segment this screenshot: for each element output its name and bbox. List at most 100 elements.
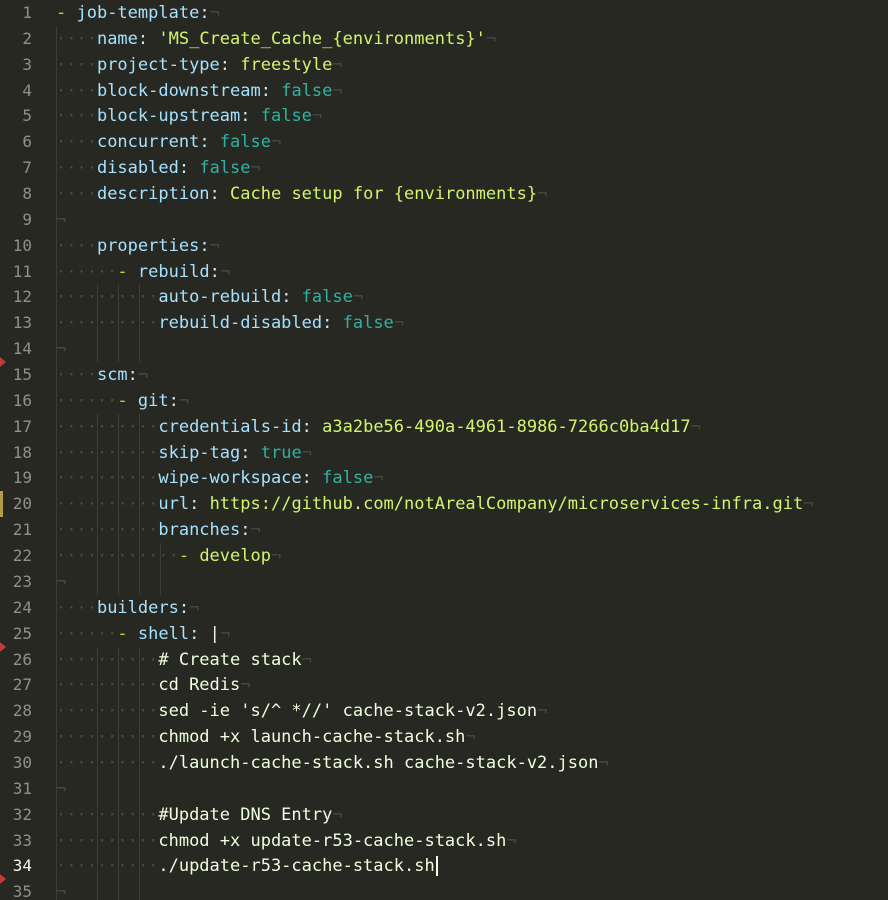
line-content[interactable]: ··········branches:¬ — [56, 517, 261, 543]
indent-guide — [97, 879, 99, 900]
line-number: 32 — [12, 804, 32, 824]
code-line[interactable]: 18 ··········skip-tag: true¬ — [0, 439, 888, 466]
code-line[interactable]: 20 ··········url: https://github.com/notA… — [0, 491, 888, 518]
indent-guide — [118, 568, 120, 595]
modified-line-bar — [0, 491, 3, 518]
line-number: 29 — [12, 727, 32, 747]
code-line[interactable]: 22 ············- develop¬ — [0, 543, 888, 570]
line-content[interactable]: ······- shell: |¬ — [56, 621, 230, 647]
code-line[interactable]: 34 ··········./update-r53-cache-stack.sh — [0, 853, 888, 880]
code-line[interactable]: 15 ····scm:¬ — [0, 362, 888, 389]
line-content[interactable]: ··········./update-r53-cache-stack.sh — [56, 853, 438, 879]
indent-guide — [138, 568, 140, 595]
code-line[interactable]: 30 ··········./launch-cache-stack.sh cach… — [0, 749, 888, 776]
line-content[interactable]: ··········sed -ie 's/^ *//' cache-stack-… — [56, 698, 547, 724]
line-number: 2 — [22, 28, 32, 48]
line-content[interactable]: ····disabled: false¬ — [56, 155, 261, 181]
line-number: 5 — [22, 106, 32, 126]
line-content[interactable]: ····block-downstream: false¬ — [56, 78, 343, 104]
line-content[interactable]: ··········skip-tag: true¬ — [56, 440, 312, 466]
indent-guide — [138, 879, 140, 900]
code-line[interactable]: 4 ····block-downstream: false¬ — [0, 77, 888, 104]
code-line[interactable]: 11 ······- rebuild:¬ — [0, 258, 888, 285]
line-content[interactable]: ¬ — [56, 879, 66, 900]
line-content[interactable]: - job-template:¬ — [56, 0, 220, 26]
line-number: 3 — [22, 54, 32, 74]
line-number: 7 — [22, 158, 32, 178]
code-line[interactable]: 10 ····properties:¬ — [0, 232, 888, 259]
line-content[interactable]: ······- rebuild:¬ — [56, 259, 230, 285]
code-line[interactable]: 23 ¬ — [0, 568, 888, 595]
code-line[interactable]: 6 ····concurrent: false¬ — [0, 129, 888, 156]
line-content[interactable]: ····project-type: freestyle¬ — [56, 52, 343, 78]
line-content[interactable]: ··········url: https://github.com/notAre… — [56, 491, 813, 517]
code-line[interactable]: 25 ······- shell: |¬ — [0, 620, 888, 647]
line-content[interactable]: ············- develop¬ — [56, 543, 281, 569]
line-content[interactable]: ¬ — [56, 569, 66, 595]
line-content[interactable]: ····scm:¬ — [56, 362, 148, 388]
indent-guide — [118, 879, 120, 900]
code-line[interactable]: 3 ····project-type: freestyle¬ — [0, 51, 888, 78]
code-line[interactable]: 9 ¬ — [0, 206, 888, 233]
line-content[interactable]: ··········auto-rebuild: false¬ — [56, 284, 363, 310]
diff-marker-icon — [0, 641, 6, 652]
line-content[interactable]: ··········credentials-id: a3a2be56-490a-… — [56, 414, 701, 440]
line-content[interactable]: ··········#Update DNS Entry¬ — [56, 802, 343, 828]
diff-marker-icon — [0, 357, 6, 368]
line-number: 13 — [12, 313, 32, 333]
line-number: 12 — [12, 287, 32, 307]
diff-marker-icon — [0, 874, 6, 885]
line-content[interactable]: ··········./launch-cache-stack.sh cache-… — [56, 750, 609, 776]
code-line[interactable]: 7 ····disabled: false¬ — [0, 155, 888, 182]
code-line[interactable]: 19 ··········wipe-workspace: false¬ — [0, 465, 888, 492]
indent-guide — [159, 568, 161, 595]
code-line[interactable]: 27 ··········cd Redis¬ — [0, 672, 888, 699]
line-number: 33 — [12, 830, 32, 850]
code-line[interactable]: 35 ¬ — [0, 879, 888, 900]
line-content[interactable]: ····block-upstream: false¬ — [56, 103, 322, 129]
code-line[interactable]: 26 ··········# Create stack¬ — [0, 646, 888, 673]
indent-guide — [97, 775, 99, 802]
line-content[interactable]: ····builders:¬ — [56, 595, 199, 621]
code-line[interactable]: 32 ··········#Update DNS Entry¬ — [0, 801, 888, 828]
code-line[interactable]: 28 ··········sed -ie 's/^ *//' cache-stac… — [0, 698, 888, 725]
code-line[interactable]: 29 ··········chmod +x launch-cache-stack.… — [0, 724, 888, 751]
line-content[interactable]: ··········# Create stack¬ — [56, 647, 312, 673]
line-content[interactable]: ¬ — [56, 336, 66, 362]
code-line[interactable]: 16 ······- git:¬ — [0, 387, 888, 414]
line-number: 28 — [12, 701, 32, 721]
line-content[interactable]: ····concurrent: false¬ — [56, 129, 281, 155]
code-line[interactable]: 12 ··········auto-rebuild: false¬ — [0, 284, 888, 311]
code-line[interactable]: 2 ····name: 'MS_Create_Cache_{environment… — [0, 25, 888, 52]
code-line[interactable]: 14 ¬ — [0, 336, 888, 363]
line-content[interactable]: ¬ — [56, 207, 66, 233]
code-line[interactable]: 8 ····description: Cache setup for {envir… — [0, 181, 888, 208]
line-content[interactable]: ····description: Cache setup for {enviro… — [56, 181, 547, 207]
line-number: 11 — [12, 261, 32, 281]
code-line[interactable]: 5 ····block-upstream: false¬ — [0, 103, 888, 130]
line-content[interactable]: ¬ — [56, 776, 66, 802]
line-content[interactable]: ··········cd Redis¬ — [56, 672, 251, 698]
line-content[interactable]: ··········chmod +x update-r53-cache-stac… — [56, 828, 517, 854]
line-number: 10 — [12, 235, 32, 255]
code-line[interactable]: 31 ¬ — [0, 775, 888, 802]
line-content[interactable]: ··········chmod +x launch-cache-stack.sh… — [56, 724, 476, 750]
line-number: 31 — [12, 778, 32, 798]
code-line[interactable]: 17 ··········credentials-id: a3a2be56-490… — [0, 413, 888, 440]
line-number: 24 — [12, 597, 32, 617]
line-number: 16 — [12, 390, 32, 410]
line-content[interactable]: ····properties:¬ — [56, 233, 220, 259]
line-content[interactable]: ····name: 'MS_Create_Cache_{environments… — [56, 26, 496, 52]
code-line[interactable]: 13 ··········rebuild-disabled: false¬ — [0, 310, 888, 337]
line-content[interactable]: ······- git:¬ — [56, 388, 189, 414]
code-line[interactable]: 21 ··········branches:¬ — [0, 517, 888, 544]
line-content[interactable]: ··········wipe-workspace: false¬ — [56, 465, 384, 491]
line-content[interactable]: ··········rebuild-disabled: false¬ — [56, 310, 404, 336]
code-editor[interactable]: 1 - job-template:¬ 2 ····name: 'MS_Create_C… — [0, 0, 888, 900]
indent-guide — [118, 336, 120, 363]
code-line[interactable]: 1 - job-template:¬ — [0, 0, 888, 26]
code-line[interactable]: 24 ····builders:¬ — [0, 594, 888, 621]
line-number: 1 — [22, 3, 32, 22]
code-line[interactable]: 33 ··········chmod +x update-r53-cache-st… — [0, 827, 888, 854]
line-number: 9 — [22, 209, 32, 229]
